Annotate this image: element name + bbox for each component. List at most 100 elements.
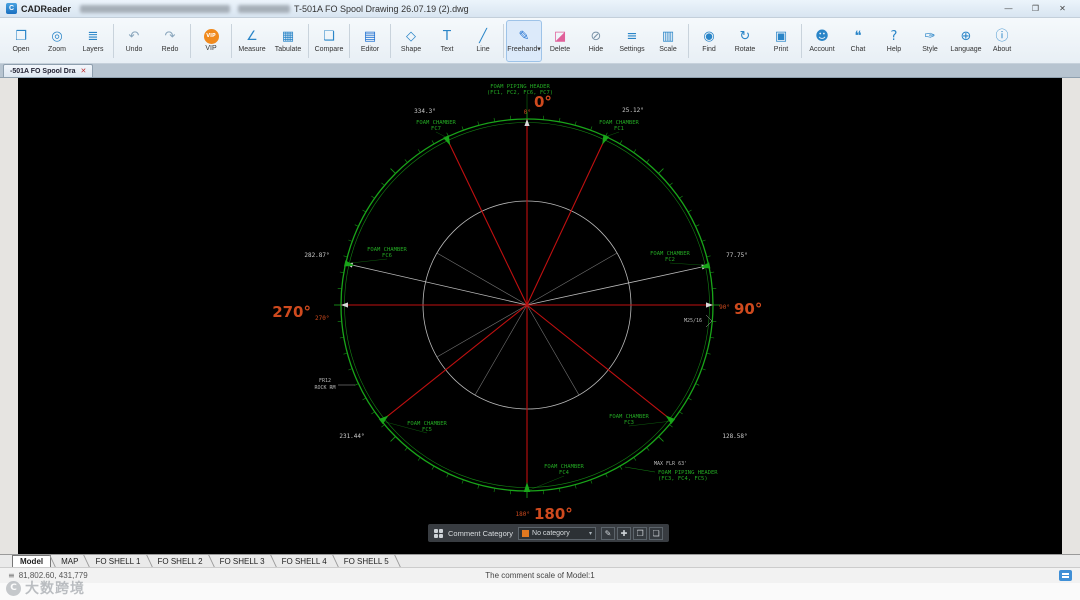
open-button[interactable]: ❐Open (3, 20, 39, 62)
close-button[interactable]: ✕ (1049, 0, 1076, 17)
cadreader-window: C CADReader T-501A FO Spool Drawing 26.0… (0, 0, 1080, 600)
shape-button[interactable]: ◇Shape (393, 20, 429, 62)
svg-text:MAX FLR 63': MAX FLR 63' (654, 461, 687, 467)
style-button[interactable]: ✑Style (912, 20, 948, 62)
language-button[interactable]: ⊕Language (948, 20, 984, 62)
svg-text:25.12°: 25.12° (622, 107, 644, 114)
print-label: Print (774, 46, 788, 53)
maximize-button[interactable]: ❐ (1022, 0, 1049, 17)
account-button[interactable]: ☻Account (804, 20, 840, 62)
rotate-button[interactable]: ↻Rotate (727, 20, 763, 62)
sheet-tab-fo-shell-4[interactable]: FO SHELL 4 (275, 555, 334, 567)
chat-button[interactable]: ❝Chat (840, 20, 876, 62)
measure-icon: ∠ (246, 29, 258, 45)
tabulate-button[interactable]: ▦Tabulate (270, 20, 306, 62)
sheet-tab-fo-shell-3[interactable]: FO SHELL 3 (213, 555, 272, 567)
shape-label: Shape (401, 46, 421, 53)
category-grid-icon[interactable] (434, 529, 443, 538)
svg-text:FC1: FC1 (614, 126, 624, 132)
language-icon: ⊕ (961, 29, 972, 45)
category-dropdown[interactable]: No category ▾ (518, 527, 596, 540)
line-label: Line (476, 46, 489, 53)
angle-label-0: 0°0° (524, 93, 552, 116)
line-button[interactable]: ╱Line (465, 20, 501, 62)
delete-button[interactable]: ◪Delete (542, 20, 578, 62)
about-button[interactable]: ⓘAbout (984, 20, 1020, 62)
redo-button[interactable]: ↷Redo (152, 20, 188, 62)
shape-icon: ◇ (406, 29, 416, 45)
sheet-tab-fo-shell-1[interactable]: FO SHELL 1 (88, 555, 147, 567)
comment-scale-message: The comment scale of Model:1 (0, 571, 1080, 580)
compare-button[interactable]: ❑Compare (311, 20, 347, 62)
svg-text:90°: 90° (719, 304, 730, 311)
svg-text:77.75°: 77.75° (726, 252, 748, 259)
delete-icon: ◪ (554, 29, 566, 45)
undo-label: Undo (126, 46, 143, 53)
find-label: Find (702, 46, 716, 53)
paste-comment-icon[interactable]: ❏ (649, 527, 663, 540)
toolbar-separator (688, 24, 689, 58)
chamber-FC5: FOAM CHAMBERFC5231.44° (339, 415, 447, 440)
svg-text:FR12: FR12 (319, 378, 331, 384)
toolbar-separator (503, 24, 504, 58)
print-button[interactable]: ▣Print (763, 20, 799, 62)
svg-text:FC6: FC6 (382, 253, 392, 259)
sheet-tab-fo-shell-5[interactable]: FO SHELL 5 (337, 555, 396, 567)
copy-comment-icon[interactable]: ❐ (633, 527, 647, 540)
undo-button[interactable]: ↶Undo (116, 20, 152, 62)
sheet-tab-map[interactable]: MAP (54, 555, 85, 567)
settings-button[interactable]: ≡Settings (614, 20, 650, 62)
edit-comment-icon[interactable]: ✎ (601, 527, 615, 540)
move-comment-icon[interactable]: ✚ (617, 527, 631, 540)
sheet-tab-model[interactable]: Model (12, 555, 51, 567)
vip-button[interactable]: VIPVIP (193, 20, 229, 62)
editor-button[interactable]: ▤Editor (352, 20, 388, 62)
zoom-button[interactable]: ◎Zoom (39, 20, 75, 62)
document-tab-bar: -501A FO Spool Dra ✕ (0, 64, 1080, 78)
svg-text:270°: 270° (315, 315, 329, 322)
chat-icon: ❝ (855, 29, 862, 45)
drawing-canvas[interactable]: FOAM CHAMBERFC7334.3°FOAM CHAMBERFC125.1… (18, 78, 1062, 554)
chamber-FC1: FOAM CHAMBERFC125.12° (599, 107, 644, 145)
rotate-icon: ↻ (740, 29, 751, 45)
settings-label: Settings (619, 46, 644, 53)
vip-icon: VIP (204, 29, 219, 44)
comment-category-label: Comment Category (448, 529, 513, 538)
layers-button[interactable]: ≣Layers (75, 20, 111, 62)
watermark-text: 大数跨境 (25, 578, 85, 598)
freehand-button[interactable]: ✎Freehand▾ (506, 20, 542, 62)
comment-category-bar: Comment Category No category ▾ ✎✚❐❏ (428, 524, 669, 542)
redacted-title-text (238, 5, 290, 13)
svg-text:0°: 0° (524, 109, 531, 116)
svg-text:180°: 180° (516, 511, 530, 518)
toolbar-separator (231, 24, 232, 58)
help-button[interactable]: ?Help (876, 20, 912, 62)
zoom-icon: ◎ (51, 29, 62, 45)
svg-text:FC5: FC5 (422, 427, 432, 433)
language-label: Language (950, 46, 981, 53)
toolbar-separator (190, 24, 191, 58)
measure-label: Measure (238, 46, 265, 53)
help-label: Help (887, 46, 901, 53)
svg-text:(FC3, FC4, FC5): (FC3, FC4, FC5) (658, 476, 708, 482)
measure-button[interactable]: ∠Measure (234, 20, 270, 62)
hide-button[interactable]: ⊘Hide (578, 20, 614, 62)
find-button[interactable]: ◉Find (691, 20, 727, 62)
sheet-tab-fo-shell-2[interactable]: FO SHELL 2 (151, 555, 210, 567)
toolbar-separator (113, 24, 114, 58)
freehand-icon: ✎ (519, 28, 530, 44)
watermark-logo-icon: C (6, 581, 21, 596)
scale-button[interactable]: ▥Scale (650, 20, 686, 62)
minimize-button[interactable]: — (995, 0, 1022, 17)
svg-text:FC7: FC7 (431, 126, 441, 132)
find-icon: ◉ (703, 29, 714, 45)
document-tab[interactable]: -501A FO Spool Dra ✕ (3, 64, 93, 77)
freehand-label: Freehand▾ (507, 45, 540, 53)
account-label: Account (809, 46, 834, 53)
text-button[interactable]: TText (429, 20, 465, 62)
layers-label: Layers (82, 46, 103, 53)
document-tab-close-icon[interactable]: ✕ (80, 67, 86, 75)
feedback-icon[interactable] (1059, 570, 1072, 581)
window-controls: — ❐ ✕ (995, 0, 1076, 17)
layers-icon: ≣ (88, 29, 99, 45)
